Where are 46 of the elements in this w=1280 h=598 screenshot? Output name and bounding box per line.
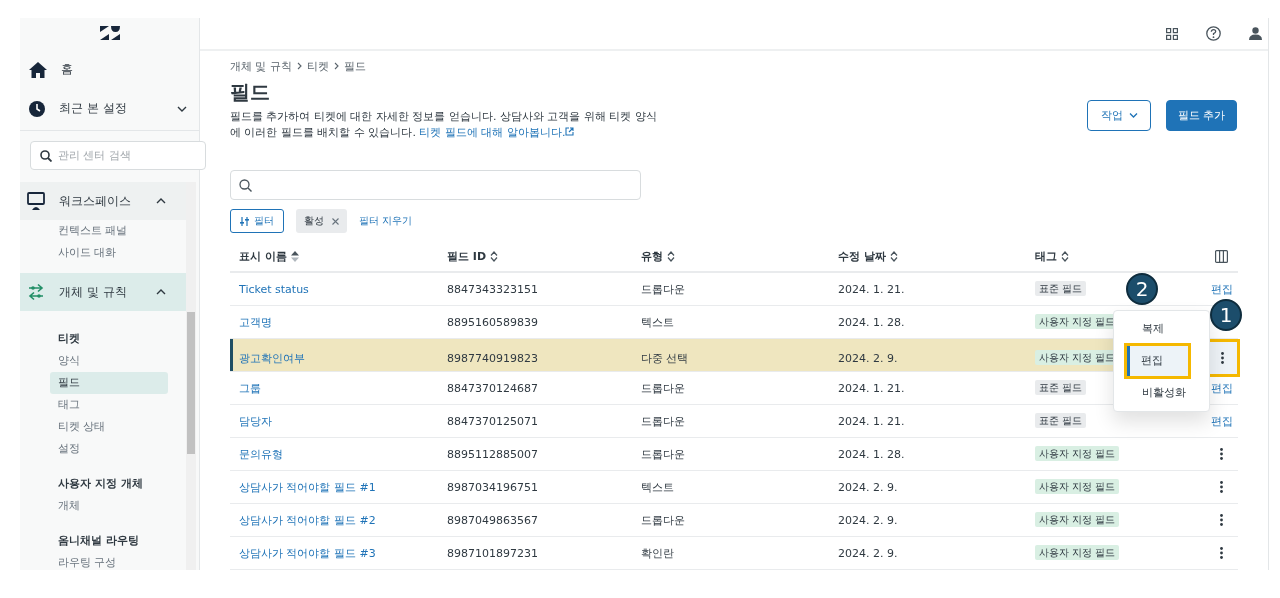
- page-description: 필드를 추가하여 티켓에 대한 자세한 정보를 얻습니다. 상담사와 고객을 위해 티켓 양식에 이러한 필드를 배치할 수 있습니다. 티켓 필드에 대해 알아봅니다.: [230, 109, 658, 141]
- modified-date: 2024. 1. 28.: [838, 315, 905, 329]
- field-tag: 사용자 지정 필드: [1035, 446, 1120, 461]
- field-type: 드롭다운: [641, 447, 685, 461]
- modified-date: 2024. 2. 9.: [838, 546, 898, 560]
- field-id: 8987049863567: [447, 513, 538, 527]
- group-title: 사용자 지정 개체: [57, 476, 144, 492]
- nav-label: 최근 본 설정: [59, 100, 128, 117]
- modified-date: 2024. 2. 9.: [838, 351, 898, 365]
- section-label: 워크스페이스: [59, 192, 132, 210]
- field-tag: 사용자 지정 필드: [1035, 545, 1120, 560]
- field-type: 텍스트: [641, 315, 674, 329]
- field-id: 8987101897231: [447, 546, 538, 560]
- page-title: 필드: [230, 79, 271, 106]
- field-type: 드롭다운: [641, 282, 685, 296]
- modified-date: 2024. 1. 21.: [838, 282, 905, 296]
- field-tag: 표준 필드: [1035, 413, 1087, 428]
- field-id: 8895112885007: [447, 447, 538, 461]
- chip-label: 활성: [304, 214, 324, 228]
- group-title: 옴니채널 라우팅: [57, 533, 140, 549]
- field-type: 드롭다운: [641, 513, 685, 527]
- modified-date: 2024. 1. 21.: [838, 381, 905, 395]
- field-tag: 사용자 지정 필드: [1035, 479, 1120, 494]
- field-type: 텍스트: [641, 480, 674, 494]
- field-tag: 표준 필드: [1035, 281, 1087, 296]
- modified-date: 2024. 2. 9.: [838, 513, 898, 527]
- field-tag: 사용자 지정 필드: [1035, 512, 1120, 527]
- field-type: 드롭다운: [641, 381, 685, 395]
- field-id: 8847370125071: [447, 414, 538, 428]
- field-tag: 표준 필드: [1035, 380, 1087, 395]
- field-id: 8847370124687: [447, 381, 538, 395]
- field-id: 8895160589839: [447, 315, 538, 329]
- step-number-badge: 1: [1210, 299, 1242, 331]
- field-type: 드롭다운: [641, 414, 685, 428]
- field-type: 확인란: [641, 546, 674, 560]
- step-number-badge: 2: [1126, 273, 1158, 305]
- field-id: 8847343323151: [447, 282, 538, 296]
- modified-date: 2024. 2. 9.: [838, 480, 898, 494]
- modified-date: 2024. 1. 21.: [838, 414, 905, 428]
- section-label: 개체 및 규칙: [59, 283, 128, 301]
- modified-date: 2024. 1. 28.: [838, 447, 905, 461]
- field-type: 다중 선택: [641, 351, 689, 365]
- field-id: 8987034196751: [447, 480, 538, 494]
- group-title: 티켓: [57, 331, 81, 347]
- nav-label: 홈: [61, 61, 74, 78]
- field-id: 8987740919823: [447, 351, 538, 365]
